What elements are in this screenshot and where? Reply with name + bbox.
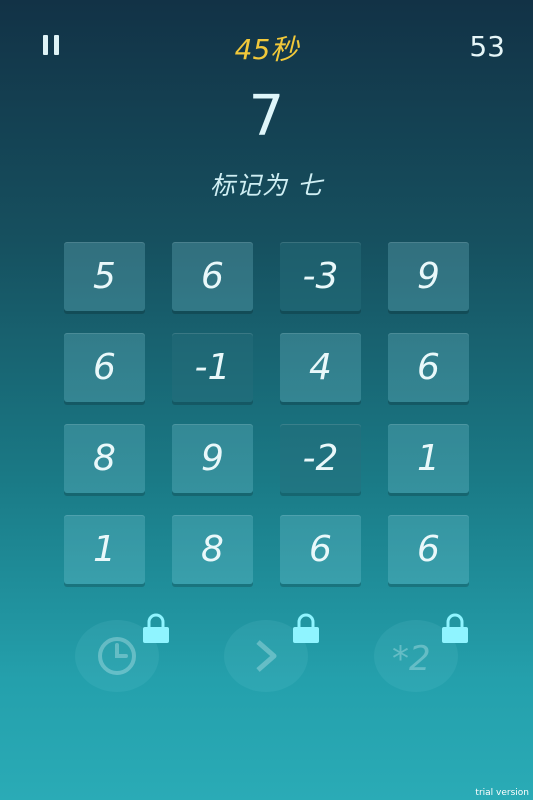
skip-arrow-icon — [256, 640, 277, 672]
number-grid: 5 6 -3 9 6 -1 4 6 8 9 -2 1 1 8 6 6 — [64, 242, 470, 584]
tile[interactable]: 1 — [64, 515, 145, 584]
tile[interactable]: -3 — [280, 242, 361, 311]
tile[interactable]: 6 — [172, 242, 253, 311]
multiplier-label: *2 — [392, 639, 431, 678]
tile[interactable]: -2 — [280, 424, 361, 493]
trial-watermark: trial version — [475, 788, 529, 798]
score: 53 — [469, 30, 505, 63]
lock-icon — [293, 613, 319, 643]
tile[interactable]: 8 — [64, 424, 145, 493]
lock-icon — [442, 613, 468, 643]
powerup-bar: *2 — [0, 612, 533, 702]
tile[interactable]: -1 — [172, 333, 253, 402]
tile[interactable]: 6 — [64, 333, 145, 402]
tile[interactable]: 4 — [280, 333, 361, 402]
top-bar: 45秒 53 — [0, 0, 533, 90]
tile[interactable]: 5 — [64, 242, 145, 311]
target-number: 7 — [248, 84, 285, 149]
countdown-timer: 45秒 — [234, 33, 299, 66]
clock-icon — [98, 637, 136, 675]
tile[interactable]: 9 — [388, 242, 469, 311]
tile[interactable]: 1 — [388, 424, 469, 493]
instruction-text: 标记为 七 — [210, 171, 323, 200]
tile[interactable]: 8 — [172, 515, 253, 584]
lock-icon — [143, 613, 169, 643]
tile[interactable]: 6 — [388, 333, 469, 402]
tile[interactable]: 6 — [388, 515, 469, 584]
tile[interactable]: 6 — [280, 515, 361, 584]
tile[interactable]: 9 — [172, 424, 253, 493]
